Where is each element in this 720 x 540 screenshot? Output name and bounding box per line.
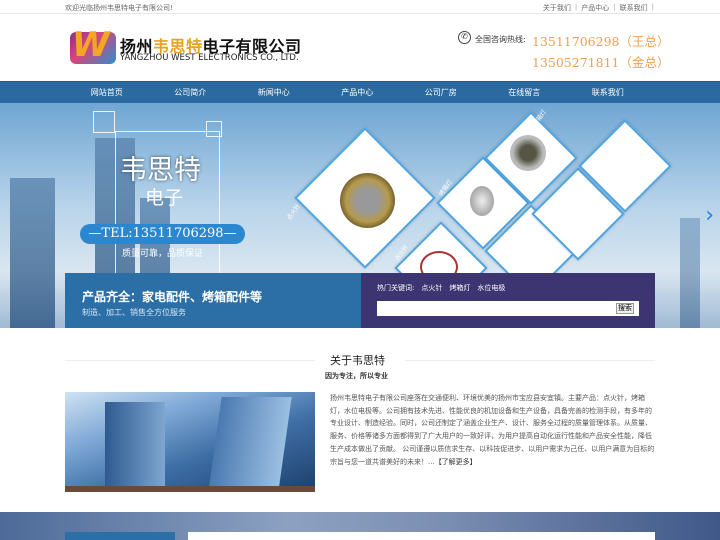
nav-message[interactable]: 在线留言 <box>483 82 567 103</box>
hot-keyword[interactable]: 烤箱灯 <box>449 283 470 293</box>
hot-keywords: 热门关键词: 点火针 烤箱灯 水位电极 <box>377 283 505 293</box>
section-content-box <box>188 532 655 540</box>
top-bar: 欢迎光临扬州韦思特电子有限公司! 关于我们 | 产品中心 | 联系我们 | <box>0 0 720 14</box>
logo-letter: W <box>72 25 110 65</box>
top-link-contact[interactable]: 联系我们 <box>620 3 648 13</box>
about-text: 扬州韦思特电子有限公司座落在交通便利、环境优美的扬州市宝应县安宜镇。主要产品：点… <box>330 394 655 466</box>
hot-keywords-label: 热门关键词: <box>377 284 415 292</box>
product-label: 烤箱灯 <box>531 108 548 128</box>
hot-keyword[interactable]: 点火针 <box>421 283 442 293</box>
divider <box>405 360 655 361</box>
banner-subtitle: 电子 <box>145 187 184 209</box>
about-subtitle: 因为专注，所以专业 <box>325 372 388 380</box>
nav-news[interactable]: 新闻中心 <box>232 82 316 103</box>
main-nav: 网站首页 公司简介 新闻中心 产品中心 公司厂房 在线留言 联系我们 <box>0 81 720 103</box>
building <box>680 218 700 328</box>
infobar-left: 产品齐全：家电配件、烤箱配件等 制造、加工、销售全方位服务 <box>65 273 361 328</box>
decor-frame <box>93 111 115 133</box>
building <box>10 178 55 328</box>
read-more-link[interactable]: 【了解更多】 <box>435 458 477 466</box>
infobar-title: 产品齐全：家电配件、烤箱配件等 <box>82 290 263 304</box>
hotline-phone-1: 13511706298（王总） <box>532 34 670 49</box>
section-tab[interactable] <box>65 532 175 540</box>
banner-tel: —TEL:13511706298— <box>80 224 245 244</box>
hot-keyword[interactable]: 水位电极 <box>477 283 505 293</box>
welcome-text: 欢迎光临扬州韦思特电子有限公司! <box>65 4 173 12</box>
top-link-about[interactable]: 关于我们 <box>543 3 571 13</box>
divider <box>65 360 315 361</box>
product-label: 点火针 <box>285 202 302 222</box>
next-slide-arrow-icon[interactable]: › <box>705 203 714 228</box>
search-button[interactable]: 搜索 <box>616 303 634 314</box>
decor-frame <box>206 121 222 137</box>
nav-factory[interactable]: 公司厂房 <box>399 82 483 103</box>
hero-banner: 韦思特 电子 —TEL:13511706298— 质量可靠，品质保证 点火针 烤… <box>0 103 720 328</box>
nav-about[interactable]: 公司简介 <box>149 82 233 103</box>
infobar-subtitle: 制造、加工、销售全方位服务 <box>82 308 186 317</box>
banner-slogan: 质量可靠，品质保证 <box>122 249 204 259</box>
nav-products[interactable]: 产品中心 <box>316 82 400 103</box>
product-image <box>470 186 494 216</box>
search-panel: 热门关键词: 点火针 烤箱灯 水位电极 搜索 <box>361 273 655 328</box>
about-title: 关于韦思特 <box>330 354 385 367</box>
nav-home[interactable]: 网站首页 <box>65 82 149 103</box>
company-name-en: YANGZHOU WEST ELECTRONICS CO., LTD. <box>120 53 299 63</box>
about-image <box>65 392 315 492</box>
phone-icon: ✆ <box>458 31 471 44</box>
hotline-phone-2: 13505271811（金总） <box>532 55 670 70</box>
banner-title: 韦思特 <box>120 155 201 186</box>
top-links: 关于我们 | 产品中心 | 联系我们 | <box>542 3 654 13</box>
nav-contact[interactable]: 联系我们 <box>566 82 650 103</box>
hotline-label: 全国咨询热线: <box>475 35 526 44</box>
top-link-products[interactable]: 产品中心 <box>581 3 609 13</box>
product-image <box>510 135 546 171</box>
product-image <box>340 173 395 228</box>
search-input[interactable] <box>377 301 639 316</box>
